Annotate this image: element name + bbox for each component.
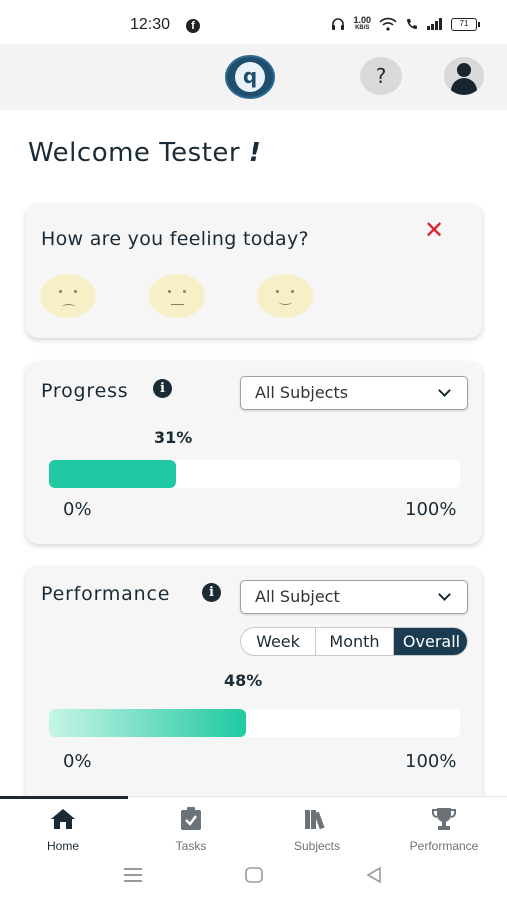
back-icon[interactable] (366, 867, 382, 883)
facebook-notification-icon: f (186, 19, 200, 33)
app-logo[interactable]: q (225, 55, 275, 99)
nav-performance[interactable]: Performance (389, 805, 499, 853)
face-eye (291, 290, 294, 293)
welcome-exclamation: ! (248, 138, 262, 168)
logo-letter: q (242, 64, 258, 88)
active-tab-indicator (0, 796, 128, 799)
network-speed-unit: KB/S (355, 25, 370, 31)
nav-subjects-label: Subjects (293, 839, 341, 853)
signal-icon (427, 18, 442, 30)
face-mouth (171, 304, 184, 310)
face-mouth (279, 299, 292, 305)
progress-subject-value: All Subjects (255, 383, 349, 402)
performance-min-label: 0% (63, 751, 92, 772)
nav-home[interactable]: Home (8, 805, 118, 853)
user-icon (457, 63, 471, 77)
neutral-face-icon[interactable] (149, 274, 205, 318)
nav-tasks[interactable]: Tasks (136, 805, 246, 853)
close-icon[interactable]: ✕ (424, 216, 444, 244)
tab-month[interactable]: Month (316, 628, 394, 655)
progress-subject-select[interactable]: All Subjects (240, 376, 468, 410)
user-icon-body (451, 78, 477, 95)
wifi-icon (379, 17, 397, 31)
progress-title: Progress (41, 380, 129, 402)
recent-apps-icon[interactable] (124, 868, 142, 882)
performance-bar-fill (49, 709, 246, 737)
nav-home-label: Home (46, 839, 79, 853)
progress-bar-fill (49, 460, 176, 488)
welcome-text: Welcome Tester (28, 138, 249, 168)
status-bar: 12:30 f 1.00 KB/S 71 (0, 0, 507, 44)
progress-max-label: 100% (405, 499, 457, 520)
performance-bar (49, 709, 460, 737)
status-icons: 1.00 KB/S 71 (331, 16, 480, 32)
bottom-navigation: Home Tasks Subjects Performance (0, 796, 507, 854)
performance-period-tabs: Week Month Overall (240, 627, 468, 656)
sad-face-icon[interactable] (40, 274, 96, 318)
face-mouth (62, 304, 75, 310)
performance-title: Performance (41, 583, 171, 605)
progress-percent-label: 31% (154, 428, 193, 447)
home-icon (8, 805, 118, 833)
books-icon (262, 805, 372, 833)
chevron-down-icon (438, 588, 451, 601)
home-system-icon[interactable] (245, 867, 263, 883)
tab-week[interactable]: Week (241, 628, 316, 655)
logo-mark: q (235, 62, 265, 92)
face-eye (183, 290, 186, 293)
progress-min-label: 0% (63, 499, 92, 520)
face-eye (276, 290, 279, 293)
performance-max-label: 100% (405, 751, 457, 772)
headphones-icon (332, 18, 345, 30)
face-eye (74, 290, 77, 293)
chevron-down-icon (438, 384, 451, 397)
app-header: q ? (0, 44, 507, 110)
network-speed: 1.00 KB/S (353, 16, 371, 32)
performance-subject-value: All Subject (255, 587, 340, 606)
progress-bar (49, 460, 460, 488)
info-icon[interactable]: i (153, 379, 172, 398)
happy-face-icon[interactable] (257, 274, 313, 318)
nav-subjects[interactable]: Subjects (262, 805, 372, 853)
face-eye (59, 290, 62, 293)
battery-icon: 71 (451, 17, 480, 31)
performance-percent-label: 48% (224, 671, 263, 690)
info-icon[interactable]: i (202, 583, 221, 602)
help-icon: ? (375, 64, 387, 88)
welcome-heading: Welcome Tester ! (28, 138, 261, 168)
nav-performance-label: Performance (409, 839, 479, 853)
tab-overall[interactable]: Overall (394, 628, 467, 655)
network-speed-value: 1.00 (353, 15, 371, 25)
wifi-call-icon (407, 19, 417, 29)
system-navigation-bar (0, 854, 507, 900)
progress-card: Progress i All Subjects 31% 0% 100% (26, 362, 482, 544)
trophy-icon (389, 805, 499, 833)
profile-button[interactable] (444, 57, 484, 95)
performance-card: Performance i All Subject Week Month Ove… (26, 567, 482, 807)
mood-card: How are you feeling today? ✕ (26, 204, 482, 338)
face-eye (168, 290, 171, 293)
battery-level: 71 (459, 18, 469, 28)
nav-tasks-label: Tasks (175, 839, 207, 853)
mood-question: How are you feeling today? (41, 228, 309, 250)
help-button[interactable]: ? (360, 57, 402, 95)
performance-subject-select[interactable]: All Subject (240, 580, 468, 614)
status-time: 12:30 (130, 16, 171, 33)
clipboard-check-icon (136, 805, 246, 833)
